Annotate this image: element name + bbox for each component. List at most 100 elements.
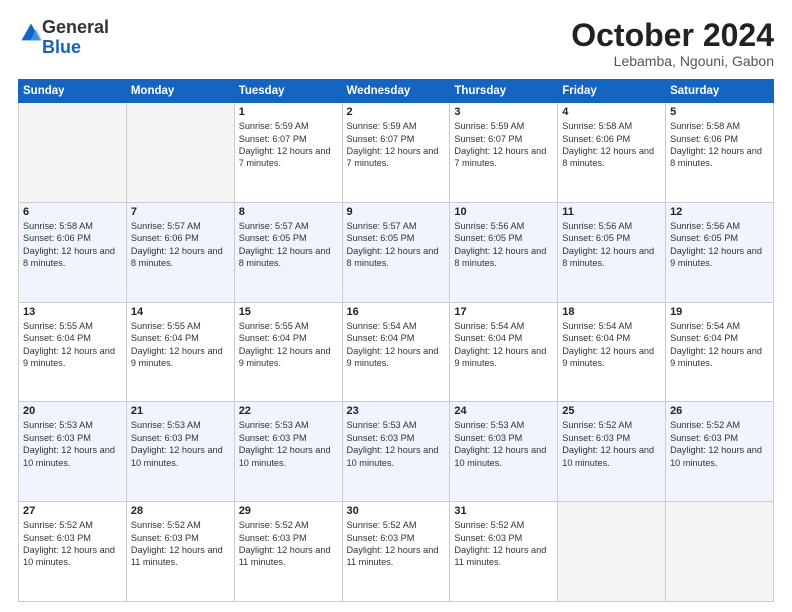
calendar-cell: 7Sunrise: 5:57 AMSunset: 6:06 PMDaylight… — [126, 202, 234, 302]
day-number: 23 — [347, 405, 446, 417]
calendar-cell: 31 Sunrise: 5:52 AMSunset: 6:03 PMDayligh… — [450, 502, 558, 602]
header: General Blue October 2024 Lebamba, Ngoun… — [18, 18, 774, 69]
day-number: 6 — [23, 206, 122, 218]
calendar-cell: 9 Sunrise: 5:57 AMSunset: 6:05 PMDaylight… — [342, 202, 450, 302]
title-block: October 2024 Lebamba, Ngouni, Gabon — [571, 18, 774, 69]
calendar-cell: 30 Sunrise: 5:52 AMSunset: 6:03 PMDayligh… — [342, 502, 450, 602]
cell-info: Sunrise: 5:53 AMSunset: 6:03 PMDaylight:… — [454, 419, 553, 469]
cell-info: Sunrise: 5:55 AMSunset: 6:04 PMDaylight:… — [239, 320, 338, 370]
calendar-day-header: Monday — [126, 80, 234, 103]
cell-info: Sunrise: 5:53 AMSunset: 6:03 PMDaylight:… — [239, 419, 338, 469]
calendar-cell — [126, 103, 234, 203]
cell-info: Sunrise: 5:58 AMSunset: 6:06 PMDaylight:… — [670, 120, 769, 170]
calendar-week-row: 27Sunrise: 5:52 AMSunset: 6:03 PMDayligh… — [19, 502, 774, 602]
cell-info: Sunrise: 5:53 AMSunset: 6:03 PMDaylight:… — [347, 419, 446, 469]
cell-info: Sunrise: 5:57 AMSunset: 6:05 PMDaylight:… — [239, 220, 338, 270]
logo-general: General — [42, 17, 109, 37]
calendar-cell: 20Sunrise: 5:53 AMSunset: 6:03 PMDayligh… — [19, 402, 127, 502]
day-number: 31 — [454, 505, 553, 517]
day-number: 15 — [239, 306, 338, 318]
day-number: 12 — [670, 206, 769, 218]
day-number: 18 — [562, 306, 661, 318]
day-number: 30 — [347, 505, 446, 517]
calendar-day-header: Tuesday — [234, 80, 342, 103]
calendar-cell — [558, 502, 666, 602]
day-number: 22 — [239, 405, 338, 417]
day-number: 26 — [670, 405, 769, 417]
calendar-cell: 15 Sunrise: 5:55 AMSunset: 6:04 PMDayligh… — [234, 302, 342, 402]
calendar-cell: 16Sunrise: 5:54 AMSunset: 6:04 PMDayligh… — [342, 302, 450, 402]
cell-info: Sunrise: 5:56 AMSunset: 6:05 PMDaylight:… — [454, 220, 553, 270]
cell-info: Sunrise: 5:52 AMSunset: 6:03 PMDaylight:… — [454, 519, 553, 569]
day-number: 25 — [562, 405, 661, 417]
calendar-cell: 21Sunrise: 5:53 AMSunset: 6:03 PMDayligh… — [126, 402, 234, 502]
cell-info: Sunrise: 5:52 AMSunset: 6:03 PMDaylight:… — [23, 519, 122, 569]
day-number: 9 — [347, 206, 446, 218]
day-number: 10 — [454, 206, 553, 218]
cell-info: Sunrise: 5:55 AMSunset: 6:04 PMDaylight:… — [131, 320, 230, 370]
calendar-cell: 27Sunrise: 5:52 AMSunset: 6:03 PMDayligh… — [19, 502, 127, 602]
cell-info: Sunrise: 5:53 AMSunset: 6:03 PMDaylight:… — [131, 419, 230, 469]
calendar-cell: 28 Sunrise: 5:52 AMSunset: 6:03 PMDayligh… — [126, 502, 234, 602]
cell-info: Sunrise: 5:58 AMSunset: 6:06 PMDaylight:… — [23, 220, 122, 270]
day-number: 17 — [454, 306, 553, 318]
day-number: 5 — [670, 106, 769, 118]
day-number: 19 — [670, 306, 769, 318]
day-number: 1 — [239, 106, 338, 118]
cell-info: Sunrise: 5:52 AMSunset: 6:03 PMDaylight:… — [239, 519, 338, 569]
cell-info: Sunrise: 5:54 AMSunset: 6:04 PMDaylight:… — [562, 320, 661, 370]
calendar-cell: 24 Sunrise: 5:53 AMSunset: 6:03 PMDayligh… — [450, 402, 558, 502]
calendar-cell: 22 Sunrise: 5:53 AMSunset: 6:03 PMDayligh… — [234, 402, 342, 502]
calendar-cell: 1Sunrise: 5:59 AMSunset: 6:07 PMDaylight… — [234, 103, 342, 203]
cell-info: Sunrise: 5:59 AMSunset: 6:07 PMDaylight:… — [347, 120, 446, 170]
calendar-week-row: 1 Sunrise: 5:59 AMSunset: 6:07 PMDaylight… — [19, 103, 774, 203]
day-number: 3 — [454, 106, 553, 118]
cell-info: Sunrise: 5:56 AMSunset: 6:05 PMDaylight:… — [670, 220, 769, 270]
day-number: 14 — [131, 306, 230, 318]
day-number: 24 — [454, 405, 553, 417]
logo-blue: Blue — [42, 37, 81, 57]
cell-info: Sunrise: 5:52 AMSunset: 6:03 PMDaylight:… — [131, 519, 230, 569]
cell-info: Sunrise: 5:52 AMSunset: 6:03 PMDaylight:… — [670, 419, 769, 469]
calendar-cell: 4Sunrise: 5:58 AMSunset: 6:06 PMDaylight… — [558, 103, 666, 203]
calendar-cell: 29 Sunrise: 5:52 AMSunset: 6:03 PMDayligh… — [234, 502, 342, 602]
calendar-cell — [666, 502, 774, 602]
cell-info: Sunrise: 5:57 AMSunset: 6:06 PMDaylight:… — [131, 220, 230, 270]
calendar-day-header: Friday — [558, 80, 666, 103]
calendar-cell: 2 Sunrise: 5:59 AMSunset: 6:07 PMDaylight… — [342, 103, 450, 203]
cell-info: Sunrise: 5:57 AMSunset: 6:05 PMDaylight:… — [347, 220, 446, 270]
logo: General Blue — [18, 18, 109, 58]
day-number: 2 — [347, 106, 446, 118]
day-number: 28 — [131, 505, 230, 517]
calendar-cell: 10 Sunrise: 5:56 AMSunset: 6:05 PMDayligh… — [450, 202, 558, 302]
logo-text: General Blue — [42, 18, 109, 58]
calendar-cell: 14 Sunrise: 5:55 AMSunset: 6:04 PMDayligh… — [126, 302, 234, 402]
calendar-cell: 18 Sunrise: 5:54 AMSunset: 6:04 PMDayligh… — [558, 302, 666, 402]
day-number: 13 — [23, 306, 122, 318]
calendar-header-row: SundayMondayTuesdayWednesdayThursdayFrid… — [19, 80, 774, 103]
calendar-table: SundayMondayTuesdayWednesdayThursdayFrid… — [18, 79, 774, 602]
day-number: 16 — [347, 306, 446, 318]
calendar-cell: 5 Sunrise: 5:58 AMSunset: 6:06 PMDaylight… — [666, 103, 774, 203]
calendar-cell: 8 Sunrise: 5:57 AMSunset: 6:05 PMDaylight… — [234, 202, 342, 302]
location: Lebamba, Ngouni, Gabon — [571, 53, 774, 69]
calendar-week-row: 13 Sunrise: 5:55 AMSunset: 6:04 PMDayligh… — [19, 302, 774, 402]
cell-info: Sunrise: 5:58 AMSunset: 6:06 PMDaylight:… — [562, 120, 661, 170]
page: General Blue October 2024 Lebamba, Ngoun… — [0, 0, 792, 612]
calendar-cell: 12 Sunrise: 5:56 AMSunset: 6:05 PMDayligh… — [666, 202, 774, 302]
calendar-cell: 3Sunrise: 5:59 AMSunset: 6:07 PMDaylight… — [450, 103, 558, 203]
calendar-cell: 11 Sunrise: 5:56 AMSunset: 6:05 PMDayligh… — [558, 202, 666, 302]
calendar-cell: 17Sunrise: 5:54 AMSunset: 6:04 PMDayligh… — [450, 302, 558, 402]
cell-info: Sunrise: 5:56 AMSunset: 6:05 PMDaylight:… — [562, 220, 661, 270]
cell-info: Sunrise: 5:52 AMSunset: 6:03 PMDaylight:… — [347, 519, 446, 569]
calendar-day-header: Thursday — [450, 80, 558, 103]
calendar-cell: 23 Sunrise: 5:53 AMSunset: 6:03 PMDayligh… — [342, 402, 450, 502]
day-number: 11 — [562, 206, 661, 218]
calendar-day-header: Saturday — [666, 80, 774, 103]
cell-info: Sunrise: 5:53 AMSunset: 6:03 PMDaylight:… — [23, 419, 122, 469]
calendar-cell — [19, 103, 127, 203]
day-number: 8 — [239, 206, 338, 218]
calendar-cell: 13Sunrise: 5:55 AMSunset: 6:04 PMDayligh… — [19, 302, 127, 402]
day-number: 29 — [239, 505, 338, 517]
cell-info: Sunrise: 5:52 AMSunset: 6:03 PMDaylight:… — [562, 419, 661, 469]
